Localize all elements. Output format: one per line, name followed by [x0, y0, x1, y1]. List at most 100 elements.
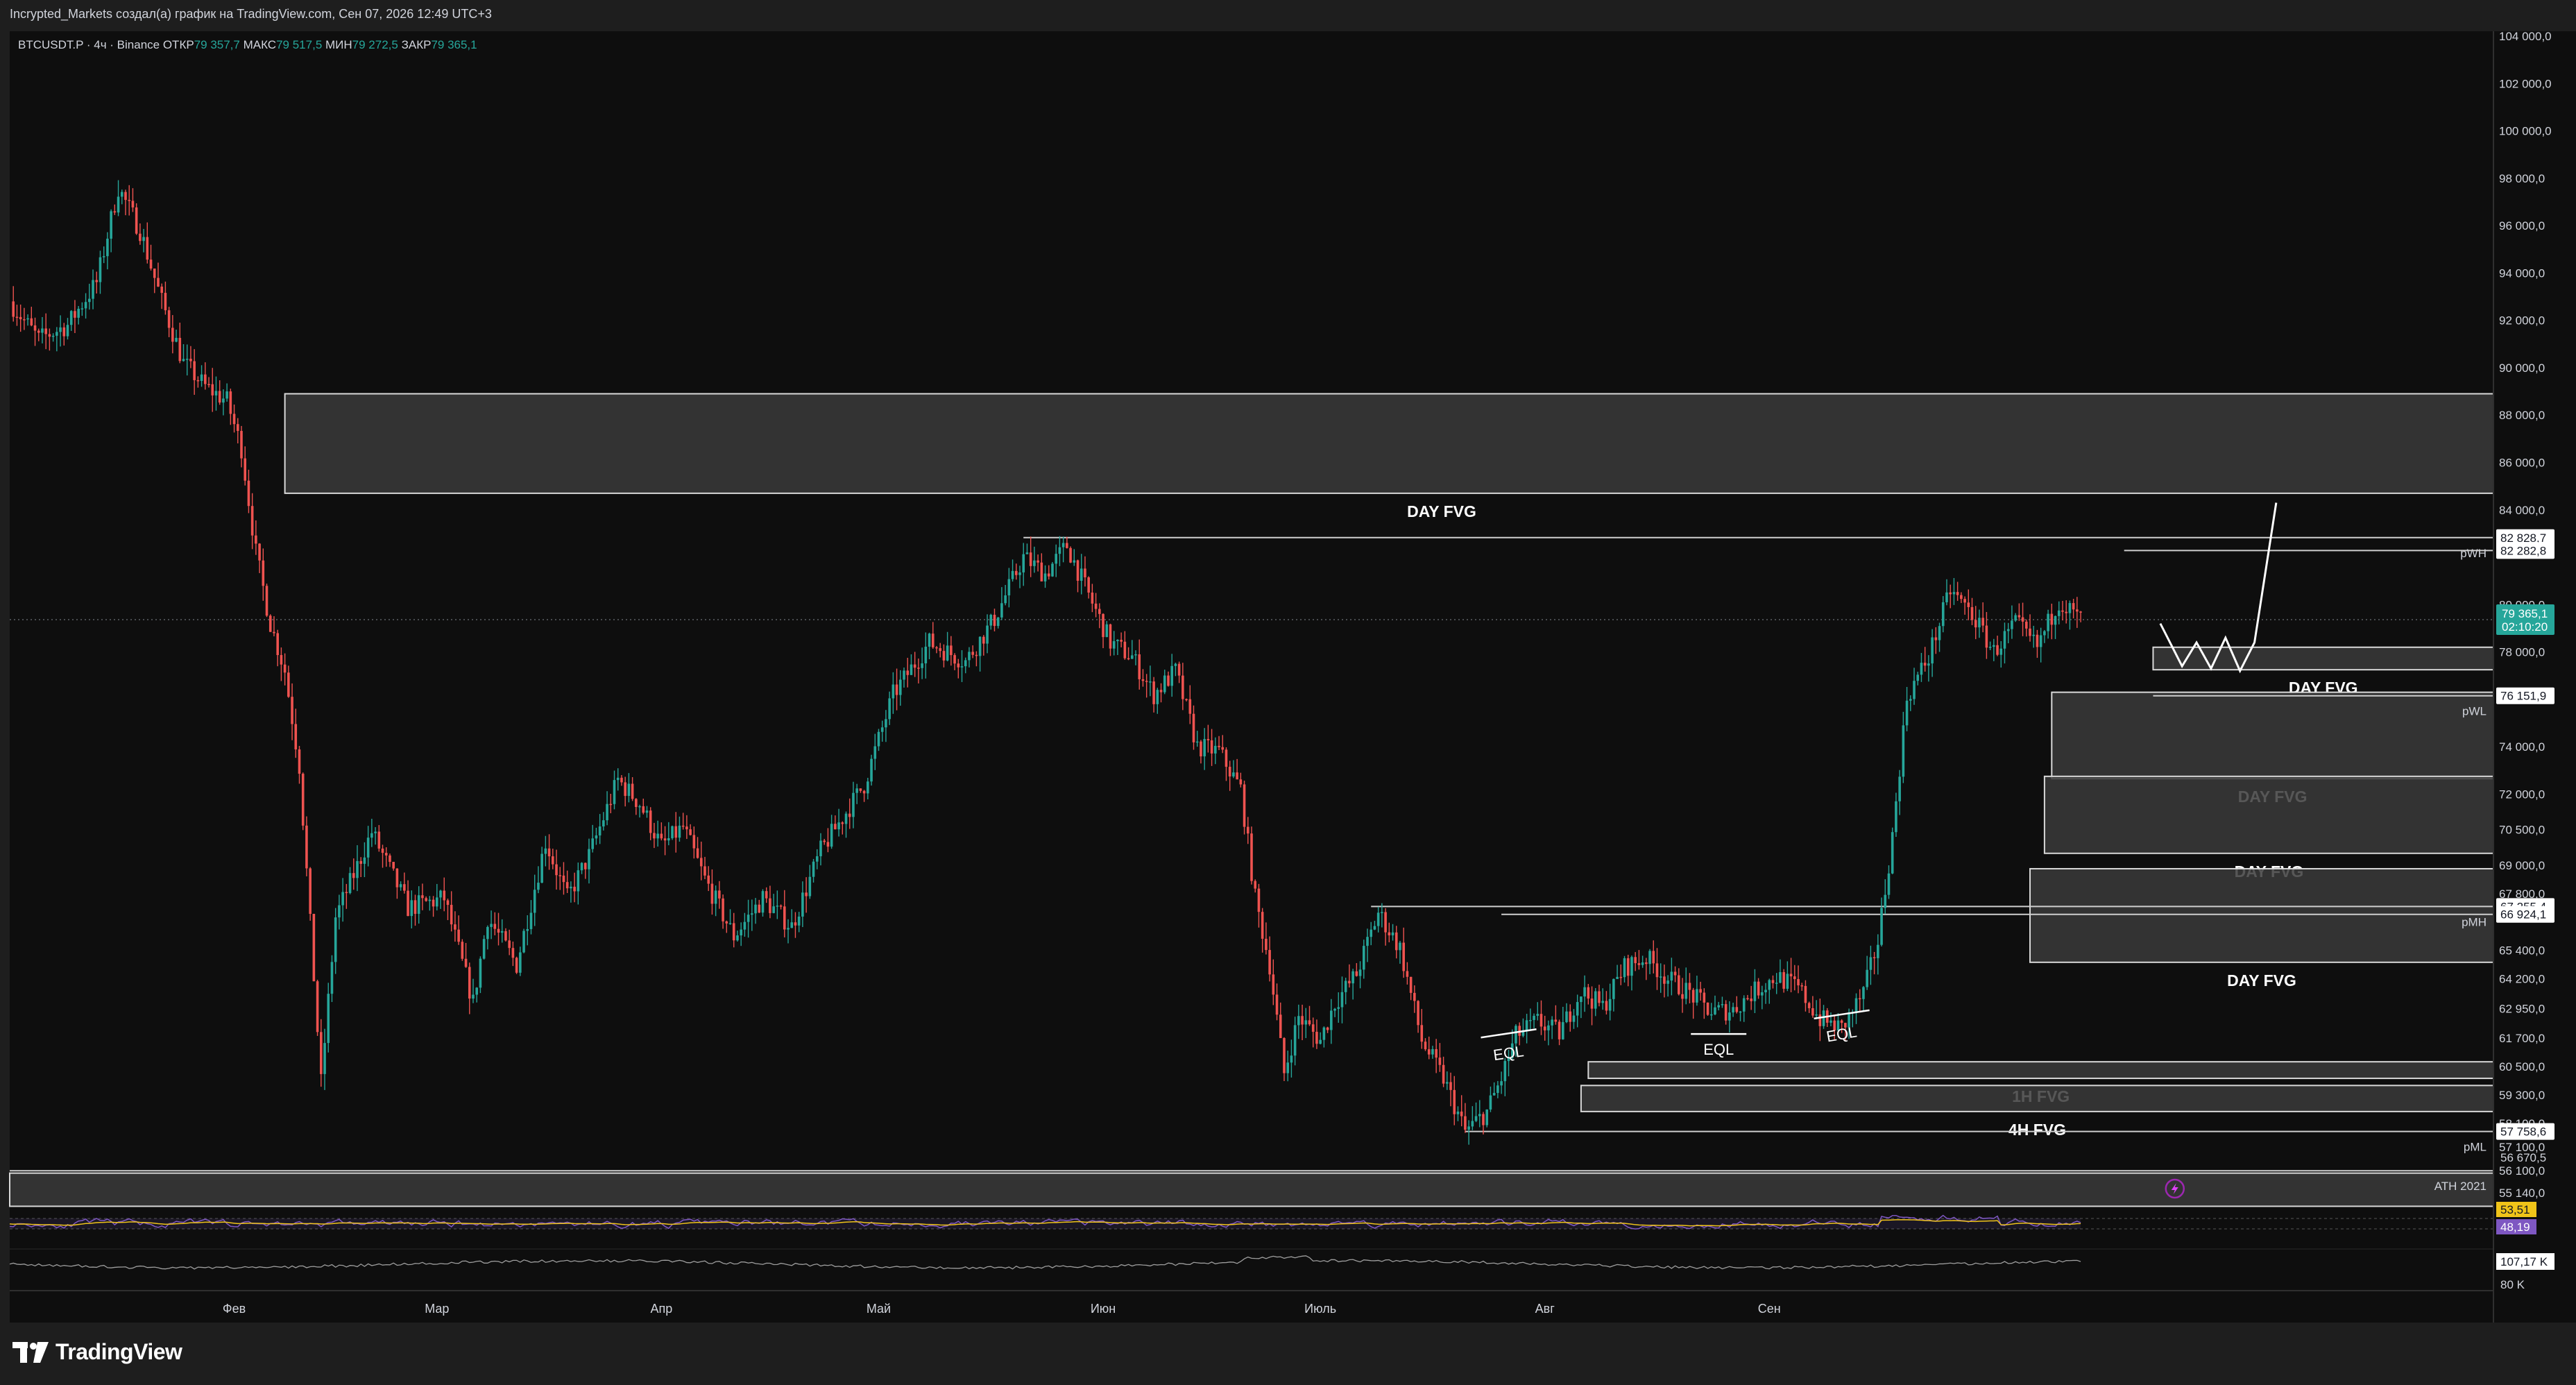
candle-body	[1623, 958, 1626, 978]
candle-body	[236, 424, 239, 432]
candlestick-chart[interactable]: DAY FVGDAY FVGDAY FVGDAY FVGDAY FVG1H FV…	[0, 0, 2576, 1323]
candle-body	[428, 899, 432, 901]
candle-body	[1355, 971, 1358, 976]
candle-body	[1909, 699, 1912, 701]
candle-body	[758, 904, 761, 913]
candle-body	[157, 278, 160, 287]
candle-body	[1358, 969, 1362, 976]
candle-body	[1120, 640, 1123, 642]
candle-body	[1043, 573, 1047, 581]
candle-body	[1091, 592, 1094, 604]
symbol-legend[interactable]: BTCUSDT.P · 4ч · Binance ОТКР79 357,7 МА…	[18, 38, 477, 51]
candle-body	[142, 237, 145, 241]
candle-body	[1590, 999, 1594, 1009]
candle-body	[74, 311, 76, 318]
candle-body	[1884, 894, 1887, 908]
fvg-zone[interactable]	[2051, 691, 2495, 780]
price-tick-label: 92 000,0	[2499, 314, 2545, 328]
candle-body	[273, 631, 275, 634]
candle-body	[1970, 606, 1974, 620]
fvg-zone[interactable]	[1587, 1061, 2494, 1080]
candle-body	[1699, 989, 1702, 993]
candle-body	[345, 892, 348, 894]
candle-body	[606, 804, 608, 821]
candle-body	[1533, 1015, 1535, 1021]
rsi-ma-tag-label: 53,51	[2500, 1203, 2530, 1216]
candle-body	[399, 884, 402, 887]
candle-body	[815, 856, 819, 862]
fvg-zone[interactable]	[2029, 867, 2495, 963]
candle-body	[128, 200, 131, 201]
fvg-zone[interactable]	[284, 393, 2494, 494]
tradingview-logo[interactable]: TradingView	[12, 1339, 182, 1365]
candle-body	[736, 935, 739, 941]
candle-body	[989, 614, 993, 626]
level-label: pMH	[2462, 915, 2487, 928]
candle-body	[1250, 833, 1253, 881]
candle-body	[1670, 971, 1673, 981]
candle-body	[732, 923, 735, 941]
candle-body	[291, 697, 293, 724]
candle-body	[1626, 958, 1630, 976]
candle-body	[812, 861, 815, 877]
candle-body	[1869, 957, 1873, 970]
candle-body	[696, 848, 699, 858]
candle-body	[681, 825, 685, 827]
candle-body	[244, 458, 247, 481]
level-label: ATH 2021	[2434, 1180, 2487, 1193]
candle-body	[515, 958, 518, 973]
candle-body	[1297, 1016, 1300, 1026]
candle-body	[77, 308, 80, 318]
candle-body	[1424, 1042, 1427, 1050]
candle-body	[1076, 560, 1080, 581]
candle-body	[570, 886, 572, 889]
fvg-zone[interactable]	[2152, 646, 2494, 671]
candle-body	[964, 660, 967, 667]
candle-body	[1376, 912, 1380, 926]
candle-body	[635, 799, 638, 807]
candle-body	[862, 790, 866, 794]
candle-body	[1793, 976, 1796, 980]
candle-body	[725, 921, 728, 924]
candle-body	[790, 922, 794, 928]
price-tick-label: 69 000,0	[2499, 859, 2545, 872]
candle-body	[638, 806, 641, 808]
candle-body	[1761, 992, 1764, 996]
candle-body	[642, 806, 645, 813]
candle-body	[540, 853, 543, 883]
candle-body	[1394, 932, 1398, 951]
candle-body	[1351, 971, 1354, 984]
candle-body	[898, 679, 902, 695]
candle-body	[392, 862, 395, 869]
candle-body	[2029, 628, 2031, 636]
candle-body	[1634, 957, 1637, 964]
candle-body	[1854, 998, 1858, 1012]
candle-body	[522, 931, 525, 953]
price-tick-label: 102 000,0	[2499, 77, 2552, 90]
candle-body	[740, 929, 742, 936]
candle-body	[30, 318, 33, 325]
candle-body	[1221, 747, 1225, 750]
candle-body	[1696, 989, 1698, 1003]
candle-body	[880, 727, 884, 732]
candle-body	[1891, 832, 1894, 874]
candle-body	[439, 890, 442, 898]
candle-body	[175, 337, 178, 342]
candle-body	[356, 860, 359, 878]
candle-body	[1431, 1048, 1434, 1055]
candle-body	[120, 192, 123, 197]
fvg-zone[interactable]	[2043, 775, 2494, 854]
candle-body	[794, 922, 797, 926]
fvg-zone[interactable]	[1580, 1085, 2494, 1112]
candle-body	[1829, 1020, 1832, 1023]
candle-body	[1750, 999, 1752, 1001]
fvg-zone[interactable]	[9, 1172, 2494, 1207]
candle-body	[547, 848, 551, 857]
candle-body	[1112, 641, 1116, 649]
candle-body	[1554, 1019, 1558, 1022]
candle-body	[1877, 944, 1879, 958]
candle-body	[978, 636, 982, 656]
candle-body	[747, 915, 750, 922]
candle-body	[1500, 1081, 1503, 1086]
fvg-zone-label: DAY FVG	[2227, 971, 2296, 989]
